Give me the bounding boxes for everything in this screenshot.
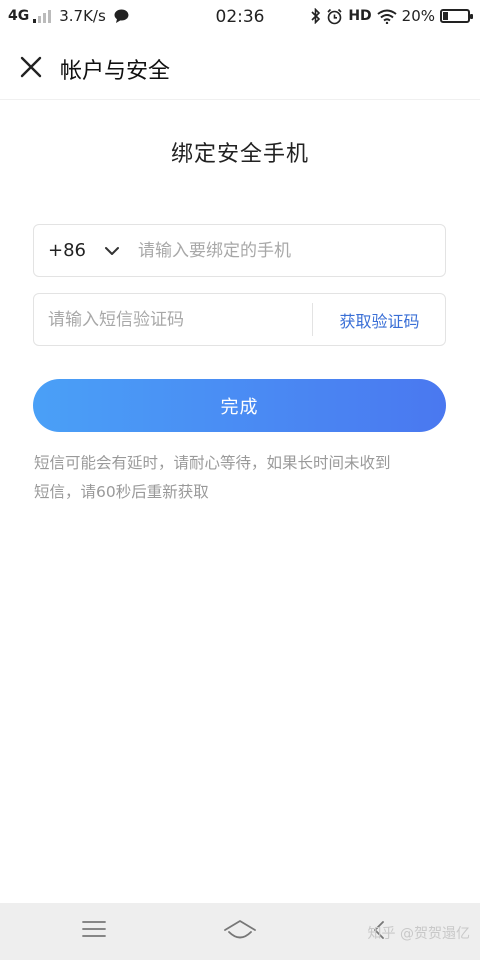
bluetooth-icon	[311, 8, 321, 24]
hint-line-1: 短信可能会有延时，请耐心等待，如果长时间未收到	[34, 454, 391, 472]
page-heading: 绑定安全手机	[170, 142, 309, 167]
close-icon[interactable]	[16, 52, 46, 82]
nav-title: 帐户与安全	[60, 59, 171, 84]
system-nav-bar: 知乎 @贺贺遢亿	[0, 903, 480, 960]
chevron-down-icon	[105, 246, 119, 255]
status-bar: 4G 3.7K/s 02:36 HD 20%	[0, 0, 480, 34]
status-right: HD 20%	[311, 7, 473, 25]
alarm-icon	[327, 8, 342, 24]
sms-code-input[interactable]	[48, 294, 308, 345]
phone-input[interactable]	[138, 225, 433, 276]
hint-line-2: 短信，请60秒后重新获取	[34, 483, 209, 501]
battery-level	[443, 12, 448, 20]
sms-delay-hint: 短信可能会有延时，请耐心等待，如果长时间未收到 短信，请60秒后重新获取	[34, 449, 444, 507]
get-code-button[interactable]: 获取验证码	[313, 294, 446, 345]
country-code-selector[interactable]: +86	[48, 225, 120, 276]
menu-icon[interactable]	[82, 919, 106, 939]
sms-code-field: 获取验证码	[33, 293, 446, 346]
page: 4G 3.7K/s 02:36 HD 20% 帐户与安全 绑定安全手机 +86 …	[0, 0, 480, 960]
wifi-icon	[377, 9, 397, 24]
battery-percent: 20%	[401, 7, 435, 25]
country-code: +86	[48, 240, 86, 261]
nav-bar: 帐户与安全	[0, 34, 480, 100]
phone-field: +86	[33, 224, 446, 277]
hd-indicator: HD	[348, 8, 372, 24]
battery-icon	[440, 9, 473, 23]
home-icon[interactable]	[223, 919, 257, 941]
watermark: 知乎 @贺贺遢亿	[367, 926, 470, 942]
submit-button[interactable]: 完成	[33, 379, 446, 432]
